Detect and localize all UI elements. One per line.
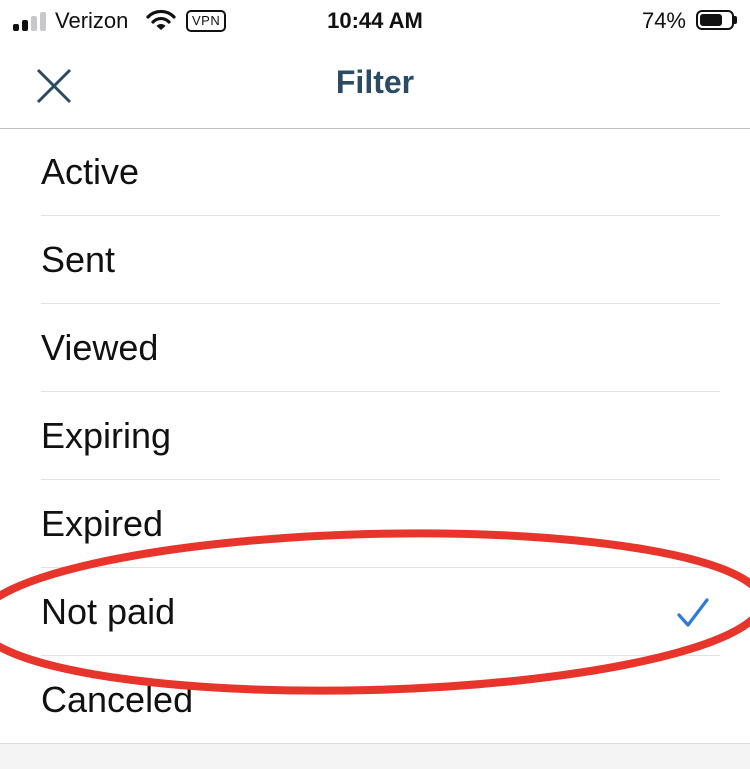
- filter-option-label: Expiring: [41, 415, 172, 456]
- checkmark-icon: [677, 598, 709, 627]
- page-title: Filter: [335, 64, 415, 100]
- battery-percentage: 74%: [641, 8, 686, 33]
- filter-option-label: Canceled: [41, 679, 194, 720]
- filter-option-canceled[interactable]: Canceled: [0, 656, 750, 744]
- filter-option-not-paid[interactable]: Not paid: [0, 568, 750, 656]
- filter-option-label: Not paid: [41, 591, 176, 632]
- filter-option-sent[interactable]: Sent: [0, 216, 750, 304]
- battery-icon: [696, 10, 737, 30]
- status-bar: Verizon VPN 10:44 AM 74%: [0, 0, 750, 42]
- filter-option-active[interactable]: Active: [0, 128, 750, 216]
- filter-option-expired[interactable]: Expired: [0, 480, 750, 568]
- filter-option-expiring[interactable]: Expiring: [0, 392, 750, 480]
- filter-option-label: Viewed: [41, 327, 159, 368]
- status-time: 10:44 AM: [327, 8, 423, 33]
- filter-option-label: Active: [41, 151, 140, 192]
- filter-options-list: Active Sent Viewed Expiring Expired Not …: [0, 128, 750, 744]
- bottom-panel: [0, 743, 750, 769]
- nav-bar: Filter: [0, 42, 750, 129]
- filter-option-label: Expired: [41, 503, 164, 544]
- filter-option-label: Sent: [41, 239, 116, 280]
- filter-option-viewed[interactable]: Viewed: [0, 304, 750, 392]
